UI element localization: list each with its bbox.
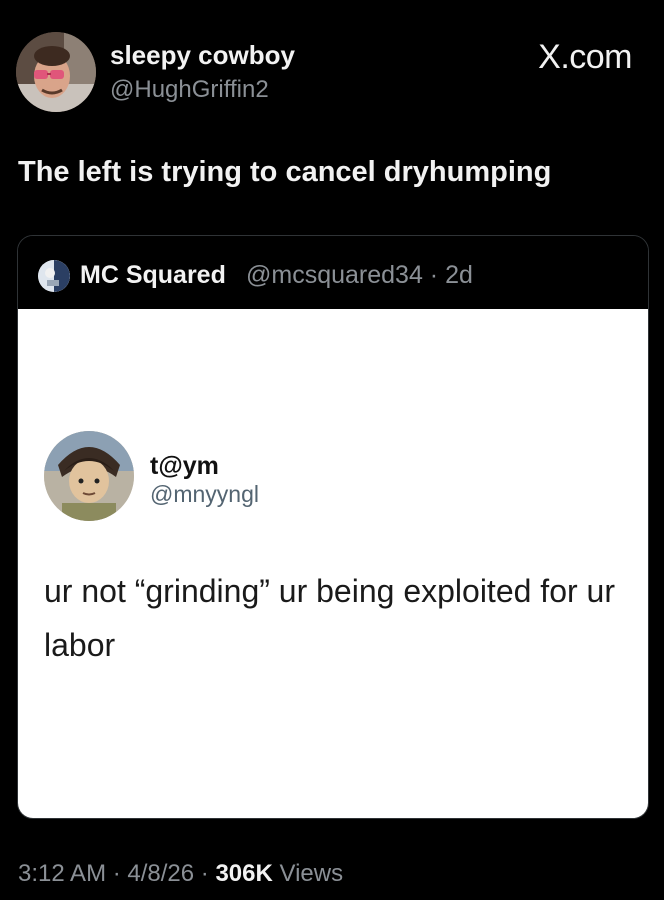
inner-author-photo bbox=[44, 431, 134, 521]
views-label: Views bbox=[279, 860, 344, 887]
meta-separator: · bbox=[106, 860, 128, 887]
quoted-tweet-card[interactable]: MC Squared @mcsquared34 · 2d t@ym @mnyyn bbox=[17, 235, 649, 819]
tweet: sleepy cowboy @HughGriffin2 X.com The le… bbox=[0, 0, 664, 900]
inner-tweet-text: ur not “grinding” ur being exploited for… bbox=[44, 573, 615, 663]
quoted-tweet-image[interactable]: t@ym @mnyyngl ur not “grinding” ur being… bbox=[18, 309, 648, 818]
quoted-author-avatar[interactable] bbox=[38, 260, 70, 292]
inner-author-avatar bbox=[44, 431, 134, 521]
author-handle[interactable]: @HughGriffin2 bbox=[110, 76, 269, 104]
views-count[interactable]: 306K bbox=[215, 860, 272, 887]
author-avatar[interactable] bbox=[16, 32, 96, 112]
meta-separator: · bbox=[194, 860, 216, 887]
tweet-time[interactable]: 3:12 AM bbox=[18, 860, 106, 887]
quoted-author-name[interactable]: MC Squared bbox=[80, 261, 226, 290]
quoted-author-photo bbox=[38, 260, 70, 292]
author-name[interactable]: sleepy cowboy bbox=[110, 40, 295, 71]
quoted-tweet-header: MC Squared @mcsquared34 · 2d bbox=[18, 236, 648, 309]
quoted-author-handle-time[interactable]: @mcsquared34 · 2d bbox=[246, 261, 473, 290]
inner-author-handle: @mnyyngl bbox=[150, 481, 259, 507]
inner-author-name: t@ym bbox=[150, 452, 219, 480]
brand-logo: X.com bbox=[538, 38, 632, 76]
post-text: The left is trying to cancel dryhumping bbox=[18, 156, 552, 188]
tweet-meta: 3:12 AM · 4/8/26 · 306K Views bbox=[18, 860, 343, 888]
author-photo bbox=[16, 32, 96, 112]
tweet-date[interactable]: 4/8/26 bbox=[127, 860, 194, 887]
